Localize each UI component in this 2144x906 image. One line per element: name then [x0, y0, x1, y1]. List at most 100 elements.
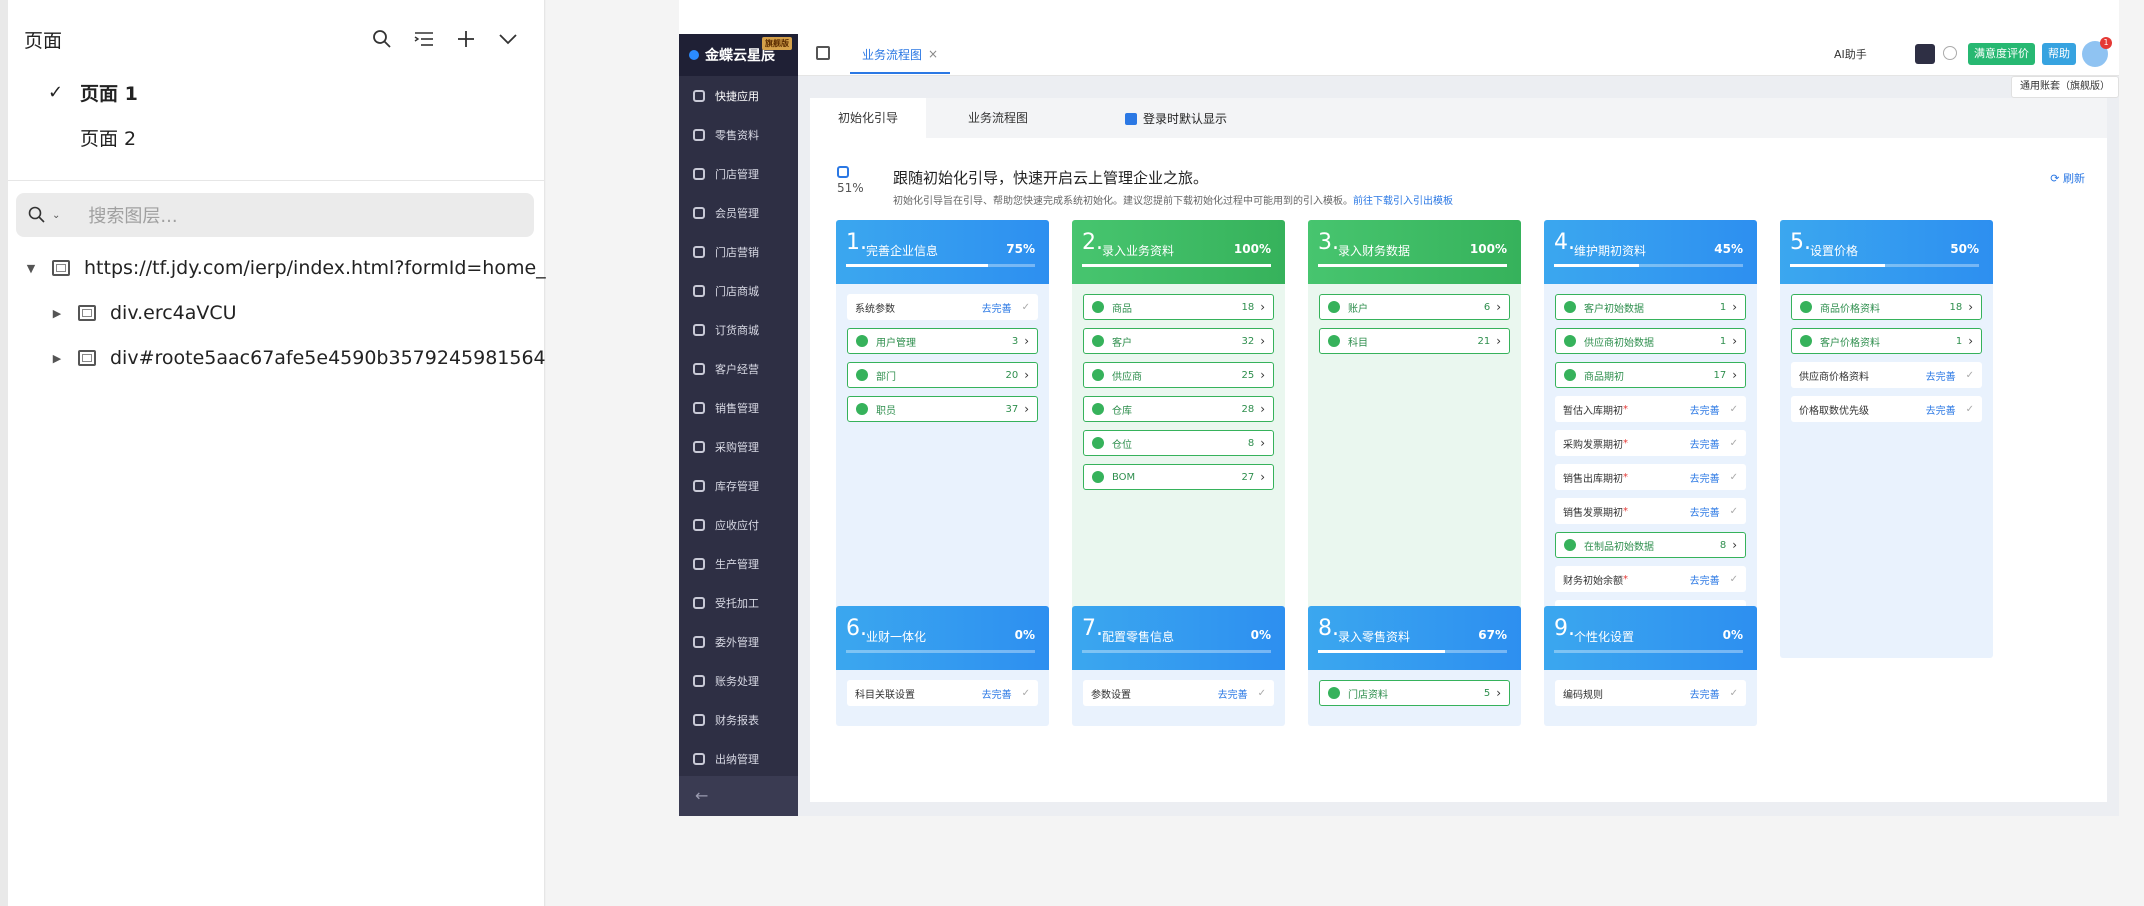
layer-row[interactable]: ▼ https://tf.jdy.com/ierp/index.html?for…	[18, 250, 588, 286]
nav-item[interactable]: 库存管理	[679, 466, 798, 505]
guide-item[interactable]: 科目 21 ›	[1319, 328, 1510, 354]
guide-item[interactable]: 在制品初始数据 8 ›	[1555, 532, 1746, 558]
complete-link[interactable]: 去完善	[1926, 368, 1956, 383]
template-download-link[interactable]: 前往下载引入引出模板	[1353, 196, 1453, 207]
search-input[interactable]: 搜索图层...	[88, 202, 177, 228]
guide-item[interactable]: 销售出库期初 * 去完善 ✓	[1555, 464, 1746, 490]
guide-item[interactable]: 商品 18 ›	[1083, 294, 1274, 320]
nav-item[interactable]: 会员管理	[679, 193, 798, 232]
column-header[interactable]: 6. 业财一体化 0%	[836, 606, 1049, 670]
complete-link[interactable]: 去完善	[1690, 572, 1720, 587]
satisfaction-button[interactable]: 满意度评价	[1968, 43, 2035, 65]
guide-item[interactable]: 编码规则 去完善 ✓	[1555, 680, 1746, 706]
nav-item[interactable]: 门店商城	[679, 271, 798, 310]
column-header[interactable]: 4. 维护期初资料 45%	[1544, 220, 1757, 284]
guide-item[interactable]: 商品价格资料 18 ›	[1791, 294, 1982, 320]
nav-item[interactable]: 财务报表	[679, 700, 798, 739]
tab-business-flow[interactable]: 业务流程图 ×	[850, 36, 951, 74]
nav-item[interactable]: 账务处理	[679, 661, 798, 700]
page-item-2[interactable]: 页面 2	[48, 119, 136, 155]
layer-row[interactable]: ▶ div.erc4aVCU	[44, 295, 237, 331]
guide-item[interactable]: 暂估入库期初 * 去完善 ✓	[1555, 396, 1746, 422]
home-icon[interactable]	[816, 46, 830, 60]
column-header[interactable]: 3. 录入财务数据 100%	[1308, 220, 1521, 284]
default-show-checkbox[interactable]: 登录时默认显示	[1125, 110, 1227, 127]
nav-item[interactable]: 门店营销	[679, 232, 798, 271]
outline-list-icon[interactable]	[403, 22, 445, 56]
guide-item[interactable]: 系统参数 去完善 ✓	[847, 294, 1038, 320]
complete-link[interactable]: 去完善	[1690, 470, 1720, 485]
guide-item[interactable]: 用户管理 3 ›	[847, 328, 1038, 354]
complete-link[interactable]: 去完善	[1690, 686, 1720, 701]
search-icon[interactable]	[1915, 44, 1935, 64]
guide-item[interactable]: 参数设置 去完善 ✓	[1083, 680, 1274, 706]
guide-item[interactable]: 财务初始余额 * 去完善 ✓	[1555, 566, 1746, 592]
guide-item[interactable]: 科目关联设置 去完善 ✓	[847, 680, 1038, 706]
guide-item[interactable]: 客户 32 ›	[1083, 328, 1274, 354]
layers-search[interactable]: ⌄ 搜索图层...	[16, 193, 534, 237]
complete-link[interactable]: 去完善	[1690, 436, 1720, 451]
guide-item[interactable]: 仓库 28 ›	[1083, 396, 1274, 422]
guide-item[interactable]: 部门 20 ›	[847, 362, 1038, 388]
guide-item[interactable]: 客户初始数据 1 ›	[1555, 294, 1746, 320]
guide-item[interactable]: 客户价格资料 1 ›	[1791, 328, 1982, 354]
nav-item[interactable]: 采购管理	[679, 427, 798, 466]
complete-link[interactable]: 去完善	[982, 686, 1012, 701]
column-header[interactable]: 9. 个性化设置 0%	[1544, 606, 1757, 670]
complete-link[interactable]: 去完善	[982, 300, 1012, 315]
guide-item[interactable]: 供应商 25 ›	[1083, 362, 1274, 388]
collapse-arrow-icon[interactable]: ←	[679, 776, 798, 816]
avatar[interactable]: 1	[2082, 37, 2112, 67]
add-icon[interactable]	[445, 22, 487, 56]
nav-item[interactable]: 受托加工	[679, 583, 798, 622]
nav-item[interactable]: 客户经营	[679, 349, 798, 388]
complete-link[interactable]: 去完善	[1926, 402, 1956, 417]
column-header[interactable]: 2. 录入业务资料 100%	[1072, 220, 1285, 284]
nav-item[interactable]: 快捷应用	[679, 76, 798, 115]
guide-item[interactable]: 门店资料 5 ›	[1319, 680, 1510, 706]
nav-item[interactable]: 生产管理	[679, 544, 798, 583]
complete-link[interactable]: 去完善	[1690, 504, 1720, 519]
nav-item[interactable]: 销售管理	[679, 388, 798, 427]
nav-item[interactable]: 出纳管理	[679, 739, 798, 778]
tab-flow-chart[interactable]: 业务流程图	[940, 98, 1056, 138]
guide-item[interactable]: 采购发票期初 * 去完善 ✓	[1555, 430, 1746, 456]
ai-assistant-button[interactable]: AI助手	[1834, 46, 1867, 62]
nav-item[interactable]: 零售资料	[679, 115, 798, 154]
layers-panel: 页面 ✓ 页面 1 页面 2 ⌄ 搜索图层... ▼ https://tf.jd…	[0, 0, 588, 906]
item-label: 财务初始余额	[1563, 575, 1623, 587]
guide-item[interactable]: 销售发票期初 * 去完善 ✓	[1555, 498, 1746, 524]
close-icon[interactable]: ×	[928, 47, 938, 61]
guide-item[interactable]: 账户 6 ›	[1319, 294, 1510, 320]
search-icon[interactable]	[361, 22, 403, 56]
nav-item[interactable]: 应收应付	[679, 505, 798, 544]
caret-down-icon[interactable]: ▼	[18, 262, 44, 275]
help-button[interactable]: 帮助	[2042, 43, 2076, 65]
guide-item[interactable]: BOM 27 ›	[1083, 464, 1274, 490]
account-selector[interactable]: 通用账套（旗舰版）	[2011, 76, 2119, 98]
column-header[interactable]: 1. 完善企业信息 75%	[836, 220, 1049, 284]
guide-item[interactable]: 价格取数优先级 去完善 ✓	[1791, 396, 1982, 422]
nav-item[interactable]: 订货商城	[679, 310, 798, 349]
caret-right-icon[interactable]: ▶	[44, 307, 70, 320]
tab-init-guide[interactable]: 初始化引导	[810, 98, 927, 138]
column-header[interactable]: 5. 设置价格 50%	[1780, 220, 1993, 284]
play-icon[interactable]	[1943, 46, 1957, 60]
guide-item[interactable]: 仓位 8 ›	[1083, 430, 1274, 456]
nav-item[interactable]: 委外管理	[679, 622, 798, 661]
chevron-down-icon[interactable]	[487, 22, 529, 56]
complete-link[interactable]: 去完善	[1218, 686, 1248, 701]
guide-item[interactable]: 职员 37 ›	[847, 396, 1038, 422]
guide-item[interactable]: 供应商初始数据 1 ›	[1555, 328, 1746, 354]
layer-row[interactable]: ▶ div#roote5aac67afe5e4590b3579245981564…	[44, 340, 576, 376]
guide-item[interactable]: 商品期初 17 ›	[1555, 362, 1746, 388]
caret-right-icon[interactable]: ▶	[44, 352, 70, 365]
page-item-1[interactable]: ✓ 页面 1	[48, 74, 138, 110]
nav-label: 生产管理	[715, 557, 759, 571]
column-header[interactable]: 7. 配置零售信息 0%	[1072, 606, 1285, 670]
complete-link[interactable]: 去完善	[1690, 402, 1720, 417]
refresh-button[interactable]: ⟳ 刷新	[2050, 170, 2085, 186]
column-header[interactable]: 8. 录入零售资料 67%	[1308, 606, 1521, 670]
nav-item[interactable]: 门店管理	[679, 154, 798, 193]
guide-item[interactable]: 供应商价格资料 去完善 ✓	[1791, 362, 1982, 388]
